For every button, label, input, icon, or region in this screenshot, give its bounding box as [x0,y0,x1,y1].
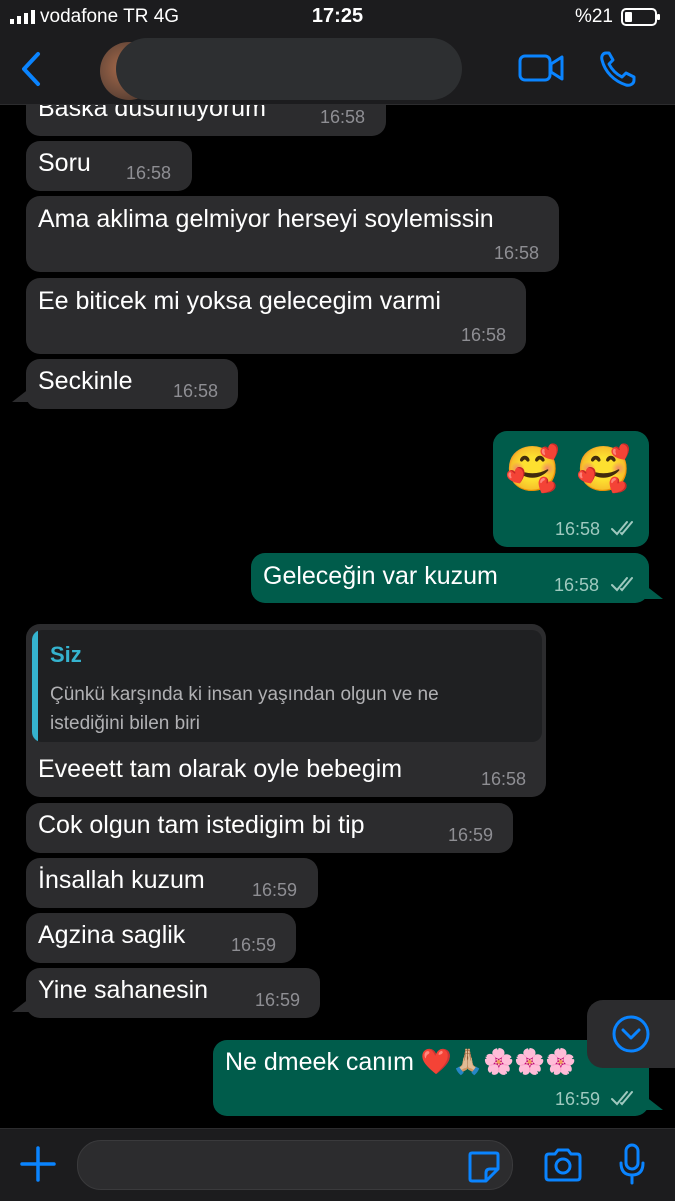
message-bubble-incoming[interactable]: Yine sahanesin 16:59 [26,968,320,1018]
quote-accent-bar [32,630,38,742]
message-time: 16:58 [126,163,172,183]
camera-icon[interactable] [542,1147,584,1183]
phone-call-icon[interactable] [598,50,638,88]
message-time: 16:58 [481,769,527,789]
video-call-icon[interactable] [518,52,564,84]
battery-percent: %21 [574,6,613,27]
read-ticks-icon [611,521,633,536]
message-time: 16:59 [252,880,298,900]
message-text: İnsallah kuzum [38,866,205,894]
chevron-down-icon [612,1015,650,1053]
message-bubble-outgoing[interactable]: Geleceğin var kuzum 16:58 [251,553,649,603]
message-time: 16:59 [231,935,277,955]
status-bar: vodafone TR 4G 17:25 %21 [0,0,675,36]
emoji-message: 🥰 🥰 [505,445,633,494]
bubble-tail [645,585,663,599]
scroll-to-bottom-button[interactable] [587,1000,675,1068]
message-time: 16:59 [448,825,494,845]
message-bubble-incoming[interactable]: Soru 16:58 [26,141,192,191]
message-bubble-outgoing[interactable]: Ne dmeek canım ❤️🙏🏼🌸🌸🌸 16:59 [213,1040,649,1116]
message-text: Geleceğin var kuzum [263,562,498,590]
message-input[interactable] [77,1140,513,1190]
quote-text-line: Çünkü karşında ki insan yaşından olgun v… [50,684,439,705]
message-time: 16:58 [494,243,540,263]
battery-icon [621,8,660,26]
quote-author: Siz [50,642,82,667]
message-text: Yine sahanesin [38,976,209,1004]
message-bubble-incoming[interactable]: İnsallah kuzum 16:59 [26,858,318,908]
message-bubble-incoming[interactable]: Agzina saglik 16:59 [26,913,296,963]
message-text: Eveeett tam olarak oyle bebegim [38,755,403,783]
plus-icon[interactable] [18,1144,58,1184]
bubble-tail [12,998,30,1012]
back-chevron-icon[interactable] [16,50,46,88]
message-text: Cok olgun tam istedigim bi tip [38,811,365,839]
message-bubble-incoming[interactable]: Ama aklima gelmiyor herseyi soylemissin … [26,196,559,272]
message-time: 16:59 [255,990,301,1010]
clock: 17:25 [311,5,364,27]
message-time: 16:58 [554,575,600,595]
message-time: 16:58 [555,519,601,539]
composer-bar [0,1128,675,1201]
message-bubble-incoming[interactable]: Ee biticek mi yoksa gelecegim varmi 16:5… [26,278,526,354]
message-text: Agzina saglik [38,921,186,949]
bubble-tail [12,388,30,402]
quote-text-line: istediğini bilen biri [50,713,200,734]
contact-name-bar[interactable] [116,38,462,100]
message-bubble-incoming[interactable]: Cok olgun tam istedigim bi tip 16:59 [26,803,513,853]
message-text: Ne dmeek canım ❤️🙏🏼🌸🌸🌸 [225,1048,577,1076]
message-text: Seckinle [38,367,133,395]
message-time: 16:58 [173,381,219,401]
message-bubble-incoming[interactable]: Seckinle 16:58 [26,359,238,409]
message-time: 16:58 [320,107,366,127]
message-text: Ama aklima gelmiyor herseyi soylemissin [38,205,494,233]
read-ticks-icon [611,1091,633,1106]
chat-header-overlay [0,36,675,105]
read-ticks-icon [611,577,633,592]
bubble-tail [645,1096,663,1110]
message-text: Ee biticek mi yoksa gelecegim varmi [38,287,441,315]
quoted-message[interactable]: Siz Çünkü karşında ki insan yaşından olg… [32,630,542,742]
message-bubble-incoming-reply[interactable]: Siz Çünkü karşında ki insan yaşından olg… [26,624,546,797]
message-text: Soru [38,149,91,177]
sticker-icon[interactable] [466,1149,502,1185]
message-bubble-outgoing[interactable]: 🥰 🥰 16:58 [493,431,649,547]
message-time: 16:58 [461,325,507,345]
message-time: 16:59 [555,1089,601,1109]
microphone-icon[interactable] [618,1143,646,1185]
